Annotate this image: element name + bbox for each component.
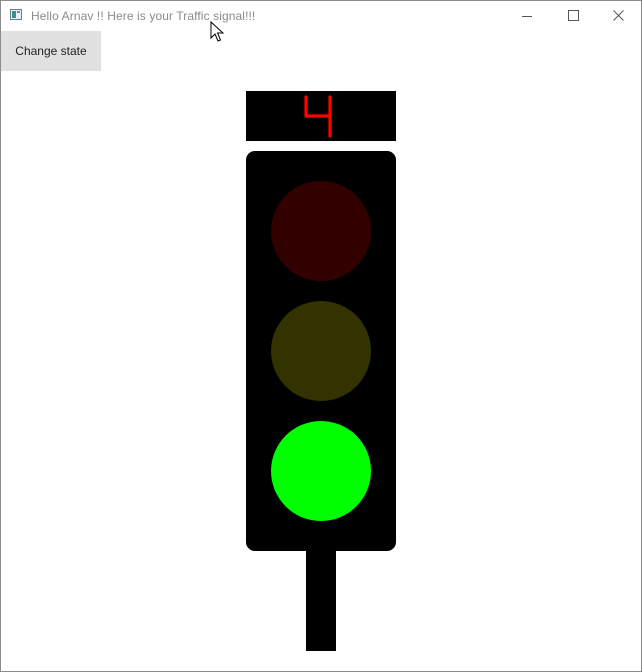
mouse-cursor-icon: [210, 20, 225, 48]
green-light: [271, 421, 371, 521]
red-light: [271, 181, 371, 281]
change-state-button[interactable]: Change state: [1, 31, 101, 71]
app-icon: [10, 9, 22, 20]
maximize-icon[interactable]: [550, 1, 596, 31]
yellow-light: [271, 301, 371, 401]
traffic-signal-housing: [246, 151, 396, 551]
minimize-icon[interactable]: [504, 1, 550, 31]
signal-pole: [306, 551, 336, 651]
countdown-display: 4: [246, 91, 396, 141]
title-bar[interactable]: Hello Arnav !! Here is your Traffic sign…: [1, 1, 641, 31]
countdown-value: 4: [246, 91, 396, 141]
close-icon[interactable]: [596, 1, 642, 31]
